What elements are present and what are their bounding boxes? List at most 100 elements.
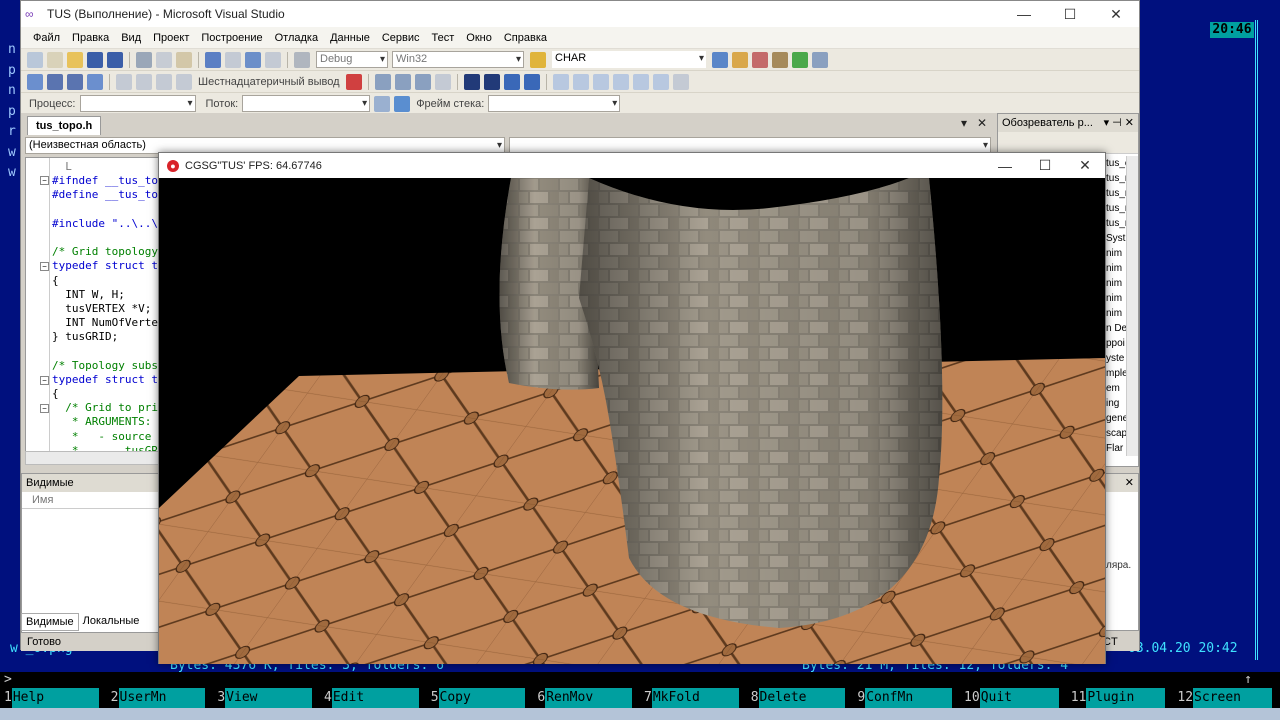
- platform-combo[interactable]: Win32: [392, 51, 524, 68]
- menu-item[interactable]: Справка: [498, 32, 553, 44]
- restart-icon[interactable]: [87, 73, 103, 90]
- continue-icon[interactable]: [27, 73, 43, 90]
- redo-icon[interactable]: [225, 51, 241, 68]
- paste-icon[interactable]: [176, 51, 192, 68]
- gl-maximize-button[interactable]: ☐: [1025, 157, 1065, 174]
- step-over-icon[interactable]: [156, 73, 172, 90]
- vs-maximize-button[interactable]: ☐: [1047, 6, 1093, 23]
- clear-bookmarks-icon[interactable]: [652, 73, 669, 90]
- font-size-icon[interactable]: [434, 73, 451, 90]
- menu-item[interactable]: Данные: [324, 32, 376, 44]
- outdent-icon[interactable]: [483, 73, 500, 90]
- hex-display-toggle[interactable]: Шестнадцатеричный вывод: [194, 76, 344, 88]
- threads-icon[interactable]: [374, 73, 391, 90]
- vs-titlebar[interactable]: ∞ TUS (Выполнение) - Microsoft Visual St…: [21, 1, 1139, 27]
- navigate-forward-icon[interactable]: [265, 51, 281, 68]
- fold-toggle-icon[interactable]: −: [40, 404, 49, 413]
- fkey-help[interactable]: 1 Help: [0, 688, 107, 708]
- break-all-icon[interactable]: [47, 73, 63, 90]
- bookmark-icon[interactable]: [552, 73, 569, 90]
- fkey-renmov[interactable]: 6 RenMov: [533, 688, 640, 708]
- menu-item[interactable]: Проект: [147, 32, 195, 44]
- menu-item[interactable]: Вид: [115, 32, 147, 44]
- thread-combo[interactable]: [242, 95, 371, 112]
- tab-locals[interactable]: Локальные: [79, 613, 144, 631]
- show-flagged-threads-icon[interactable]: [394, 95, 411, 112]
- menu-item[interactable]: Правка: [66, 32, 115, 44]
- gl-viewport[interactable]: [159, 178, 1105, 664]
- find-combo[interactable]: CHAR: [552, 51, 706, 68]
- toolbox-icon[interactable]: [772, 51, 788, 68]
- prev-bookmark-folder-icon[interactable]: [612, 73, 629, 90]
- fkey-delete[interactable]: 8 Delete: [747, 688, 854, 708]
- clear-all-bookmarks-icon[interactable]: [672, 73, 689, 90]
- status-text: Готово: [27, 636, 61, 648]
- start-page-icon[interactable]: [792, 51, 808, 68]
- gl-titlebar[interactable]: ● CGSG"TUS' FPS: 64.67746 — ☐ ✕: [159, 153, 1105, 178]
- doc-close-icon[interactable]: ✕: [977, 116, 987, 130]
- cut-icon[interactable]: [136, 51, 152, 68]
- undo-icon[interactable]: [205, 51, 221, 68]
- menu-item[interactable]: Отладка: [269, 32, 324, 44]
- object-browser-icon[interactable]: [752, 51, 768, 68]
- fkey-copy[interactable]: 5 Copy: [427, 688, 534, 708]
- comment-icon[interactable]: [503, 73, 520, 90]
- menu-item[interactable]: Построение: [195, 32, 268, 44]
- locals-name-column[interactable]: Имя: [22, 492, 160, 509]
- far-command-line[interactable]: > ↑: [0, 672, 1280, 688]
- stop-debug-icon[interactable]: [67, 73, 83, 90]
- gl-close-button[interactable]: ✕: [1065, 157, 1105, 174]
- uncomment-icon[interactable]: [523, 73, 540, 90]
- config-combo[interactable]: Debug: [316, 51, 388, 68]
- properties-icon[interactable]: [732, 51, 748, 68]
- indent-icon[interactable]: [463, 73, 480, 90]
- save-all-icon[interactable]: [107, 51, 123, 68]
- process-combo[interactable]: [79, 95, 196, 112]
- vs-close-button[interactable]: ✕: [1093, 6, 1139, 23]
- navigate-back-icon[interactable]: [245, 51, 261, 68]
- vs-minimize-button[interactable]: —: [1001, 6, 1047, 22]
- fkey-mkfold[interactable]: 7 MkFold: [640, 688, 747, 708]
- output-window-icon[interactable]: [812, 51, 828, 68]
- save-icon[interactable]: [87, 51, 103, 68]
- fkey-screen[interactable]: 12 Screen: [1173, 688, 1280, 708]
- step-into-icon[interactable]: [136, 73, 152, 90]
- fkey-confmn[interactable]: 9 ConfMn: [853, 688, 960, 708]
- stack-frame-combo[interactable]: [488, 95, 621, 112]
- breakpoints-icon[interactable]: [345, 73, 362, 90]
- fold-toggle-icon[interactable]: −: [40, 262, 49, 271]
- menu-item[interactable]: Файл: [27, 32, 66, 44]
- toggle-flag-icon[interactable]: [374, 95, 391, 112]
- gl-minimize-button[interactable]: —: [985, 158, 1025, 174]
- new-project-icon[interactable]: [27, 51, 43, 68]
- prev-bookmark-icon[interactable]: [572, 73, 589, 90]
- fkey-edit[interactable]: 4 Edit: [320, 688, 427, 708]
- next-bookmark-icon[interactable]: [592, 73, 609, 90]
- tab-autos[interactable]: Видимые: [21, 613, 79, 631]
- fold-toggle-icon[interactable]: −: [40, 176, 49, 185]
- step-out-icon[interactable]: [176, 73, 192, 90]
- next-bookmark-folder-icon[interactable]: [632, 73, 649, 90]
- fkey-usermn[interactable]: 2 UserMn: [107, 688, 214, 708]
- solution-explorer-icon[interactable]: [712, 51, 728, 68]
- vs-toolbar-standard: Debug Win32 CHAR: [21, 49, 1139, 71]
- open-folder-icon[interactable]: [67, 51, 83, 68]
- menu-item[interactable]: Сервис: [376, 32, 426, 44]
- fkey-plugin[interactable]: 11 Plugin: [1067, 688, 1174, 708]
- fkey-view[interactable]: 3 View: [213, 688, 320, 708]
- fold-toggle-icon[interactable]: −: [40, 376, 49, 385]
- copy-icon[interactable]: [156, 51, 172, 68]
- add-item-icon[interactable]: [47, 51, 63, 68]
- menu-item[interactable]: Тест: [426, 32, 461, 44]
- menu-item[interactable]: Окно: [460, 32, 498, 44]
- find-in-files-icon[interactable]: [530, 51, 546, 68]
- memory-icon[interactable]: [414, 73, 431, 90]
- modules-icon[interactable]: [394, 73, 411, 90]
- start-debug-icon[interactable]: [294, 51, 310, 68]
- pane-controls-icon[interactable]: ▾ ⊣ ✕: [1104, 114, 1134, 132]
- fkey-quit[interactable]: 10 Quit: [960, 688, 1067, 708]
- tab-tus-topo-h[interactable]: tus_topo.h: [27, 116, 102, 135]
- show-next-statement-icon[interactable]: [116, 73, 132, 90]
- solution-vertical-scrollbar[interactable]: [1126, 156, 1138, 456]
- doc-list-icon[interactable]: ▾: [961, 116, 967, 130]
